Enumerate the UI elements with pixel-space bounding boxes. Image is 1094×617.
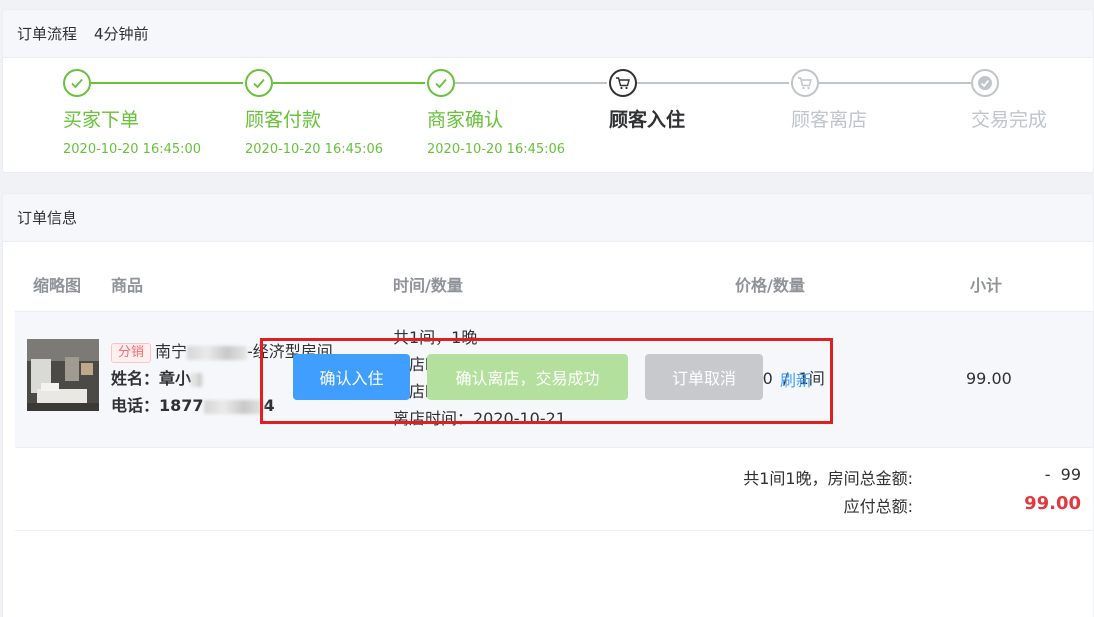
complete-badge-icon xyxy=(971,69,999,97)
column-header-thumbnail: 缩略图 xyxy=(33,276,82,295)
masked-text xyxy=(191,372,204,387)
masked-text xyxy=(203,399,264,414)
check-icon xyxy=(63,69,91,97)
rooms-total-label: 共1间1晚，房间总金额: xyxy=(743,469,913,488)
step-title: 买家下单 xyxy=(63,109,140,131)
step-time: 2020-10-20 16:45:00 xyxy=(63,142,202,157)
step-title: 顾客入住 xyxy=(609,109,686,131)
confirm-checkin-button[interactable]: 确认入住 xyxy=(293,354,410,400)
step-time: 2020-10-20 16:45:06 xyxy=(427,142,566,157)
check-icon xyxy=(427,69,455,97)
column-header-subtotal: 小计 xyxy=(970,276,1003,295)
step-title: 商家确认 xyxy=(427,109,504,131)
masked-text xyxy=(187,345,248,360)
rooms-total-value: - 99 xyxy=(1044,465,1081,484)
step-customer-checkout: 顾客离店 xyxy=(791,69,971,133)
step-customer-payment: 顾客付款 2020-10-20 16:45:06 xyxy=(245,69,425,158)
total-due-value: 99.00 xyxy=(1024,493,1081,514)
cancel-order-button[interactable]: 订单取消 xyxy=(645,354,763,400)
order-info-header: 订单信息 xyxy=(3,194,1093,242)
step-title: 顾客离店 xyxy=(791,109,868,131)
order-flow-card: 订单流程 4分钟前 买家下单 2020-10-20 16:45:00 顾客付款 … xyxy=(2,9,1094,173)
subtotal: 99.00 xyxy=(966,369,1012,388)
step-customer-checkin: 顾客入住 xyxy=(609,69,789,133)
step-time: 2020-10-20 16:45:06 xyxy=(245,142,384,157)
action-buttons-highlight: 确认入住 确认离店，交易成功 订单取消 刷新 xyxy=(260,338,833,424)
room-thumbnail xyxy=(27,339,99,411)
guest-phone: 电话：1877 4 xyxy=(111,396,275,415)
step-title: 交易完成 xyxy=(971,109,1048,131)
step-transaction-complete: 交易完成 xyxy=(971,69,1093,133)
order-flow-updated-time: 4分钟前 xyxy=(94,25,149,43)
confirm-checkout-button[interactable]: 确认离店，交易成功 xyxy=(427,354,628,400)
distribution-badge: 分销 xyxy=(111,342,152,363)
divider xyxy=(15,530,1093,531)
step-title: 顾客付款 xyxy=(245,109,322,131)
order-flow-header: 订单流程 4分钟前 xyxy=(3,10,1093,58)
cart-icon xyxy=(791,69,819,97)
step-merchant-confirm: 商家确认 2020-10-20 16:45:06 xyxy=(427,69,607,158)
column-header-time-quantity: 时间/数量 xyxy=(393,276,463,295)
step-buyer-order: 买家下单 2020-10-20 16:45:00 xyxy=(63,69,243,158)
total-due-label: 应付总额: xyxy=(843,497,913,516)
check-icon xyxy=(245,69,273,97)
refresh-link[interactable]: 刷新 xyxy=(780,367,812,391)
column-header-price-quantity: 价格/数量 xyxy=(735,276,805,295)
cart-icon xyxy=(609,69,637,97)
order-flow-title: 订单流程 xyxy=(17,25,78,43)
order-steps: 买家下单 2020-10-20 16:45:00 顾客付款 2020-10-20… xyxy=(3,58,1093,172)
guest-name: 姓名：章小 xyxy=(111,369,204,389)
order-info-title: 订单信息 xyxy=(17,209,78,227)
column-header-product: 商品 xyxy=(111,276,144,295)
